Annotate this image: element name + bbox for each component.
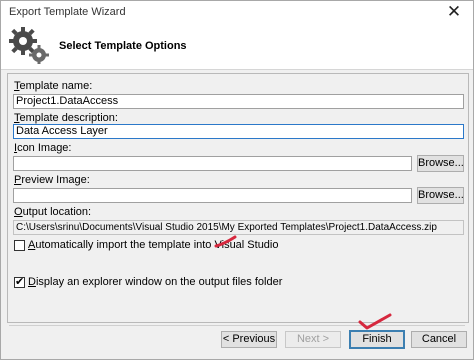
red-checkmark-annotation (358, 313, 392, 330)
icon-image-label: Icon Image: (14, 142, 72, 154)
output-location-field[interactable]: C:\Users\srinu\Documents\Visual Studio 2… (13, 220, 464, 235)
close-icon[interactable]: ✕ (441, 2, 467, 22)
finish-button[interactable]: Finish (349, 330, 405, 349)
auto-import-label[interactable]: Automatically import the template into V… (28, 239, 279, 251)
output-location-label: Output location: (14, 206, 92, 218)
cancel-button[interactable]: Cancel (411, 331, 467, 348)
display-explorer-checkbox[interactable]: ✔ (14, 276, 25, 288)
display-explorer-label[interactable]: Display an explorer window on the output… (28, 276, 282, 288)
export-template-wizard-window: Export Template Wizard ✕ Select Template… (0, 0, 474, 360)
preview-image-field[interactable] (13, 188, 412, 203)
icon-image-browse-button[interactable]: Browse... (417, 155, 464, 172)
auto-import-checkbox[interactable] (14, 240, 25, 251)
preview-image-label: Preview Image: (14, 174, 90, 186)
preview-image-browse-button[interactable]: Browse... (417, 187, 464, 204)
page-title: Select Template Options (59, 40, 187, 52)
icon-image-field[interactable] (13, 156, 412, 171)
template-name-field[interactable]: Project1.DataAccess (13, 94, 464, 109)
title-bar: Export Template Wizard ✕ (1, 1, 473, 23)
previous-button[interactable]: < Previous (221, 331, 277, 348)
window-title: Export Template Wizard (9, 6, 126, 18)
red-annotation-mark (214, 235, 237, 248)
template-description-field[interactable]: Data Access Layer (13, 124, 464, 139)
template-name-label: Template name: (14, 80, 93, 92)
wizard-header: Select Template Options (1, 23, 473, 70)
template-options-panel: Template name: Project1.DataAccess Templ… (7, 73, 469, 323)
checkmark-icon: ✔ (15, 276, 25, 288)
template-description-label: Template description: (14, 112, 118, 124)
gears-icon (9, 27, 49, 64)
footer-divider (9, 325, 465, 326)
next-button[interactable]: Next > (285, 331, 341, 348)
